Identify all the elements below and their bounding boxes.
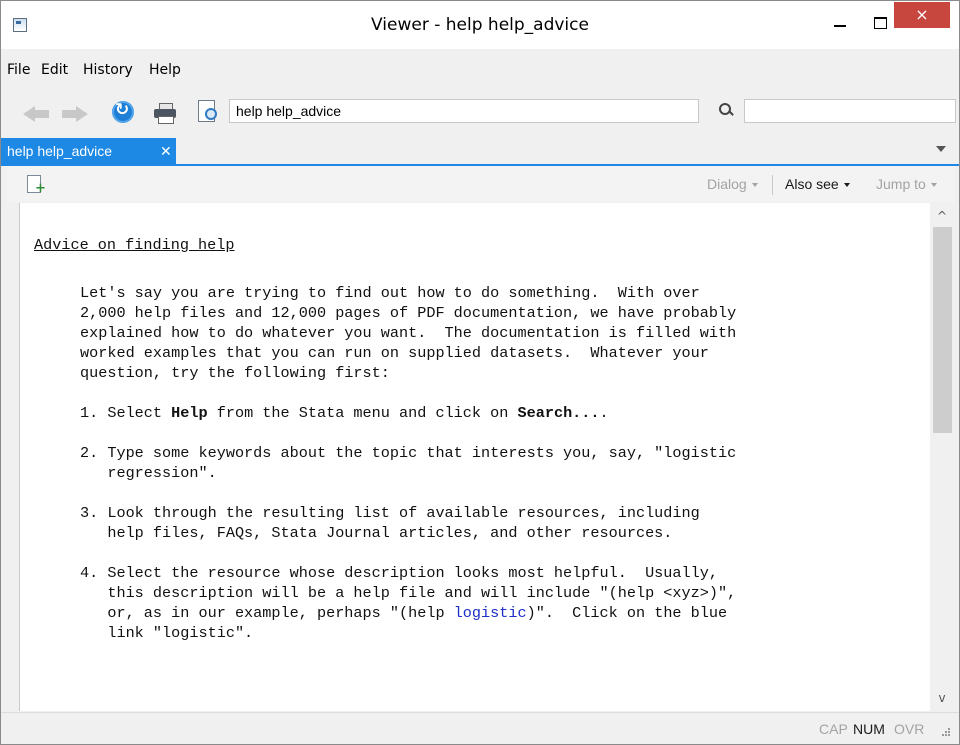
maximize-button[interactable] [867, 11, 893, 37]
menu-history[interactable]: History [83, 58, 133, 82]
tab-strip: help help_advice ✕ [1, 138, 959, 166]
intro-line: question, try the following first: [80, 364, 390, 382]
viewer-toolbar: Dialog Also see Jump to [7, 166, 955, 202]
cap-indicator: CAP [819, 721, 848, 737]
num-indicator: NUM [853, 721, 885, 737]
dialog-button[interactable]: Dialog [707, 166, 758, 202]
menu-edit[interactable]: Edit [41, 58, 68, 82]
printer-icon [154, 103, 176, 124]
logistic-link[interactable]: logistic [454, 604, 527, 622]
document-search-icon [198, 100, 217, 122]
menu-bar: File Edit History Help [1, 58, 959, 82]
forward-button[interactable] [59, 99, 89, 127]
step-2: regression". [80, 464, 217, 482]
scroll-down-icon[interactable]: v [937, 692, 947, 704]
menu-file[interactable]: File [7, 58, 30, 82]
refresh-button[interactable] [109, 99, 139, 127]
intro-line: Let's say you are trying to find out how… [80, 284, 700, 302]
toolbar [1, 95, 959, 131]
scroll-thumb[interactable] [933, 227, 952, 433]
step-4: this description will be a help file and… [80, 584, 737, 602]
intro-line: worked examples that you can run on supp… [80, 344, 709, 362]
step-1: 1. Select Help from the Stata menu and c… [80, 404, 609, 422]
menu-help[interactable]: Help [149, 58, 181, 82]
print-button[interactable] [151, 99, 181, 127]
new-viewer-icon[interactable] [27, 175, 46, 196]
step-4: or, as in our example, perhaps "(help lo… [80, 604, 728, 622]
step-4: link "logistic". [80, 624, 254, 642]
step-3: 3. Look through the resulting list of av… [80, 504, 700, 522]
intro-line: explained how to do whatever you want. T… [80, 324, 737, 342]
title-bar[interactable]: Viewer - help help_advice × [1, 1, 959, 49]
vertical-scrollbar[interactable]: ^ v [930, 203, 955, 711]
chevron-down-icon [930, 183, 937, 188]
find-icon[interactable] [719, 103, 735, 119]
step-4: 4. Select the resource whose description… [80, 564, 718, 582]
search-help-button[interactable] [193, 99, 223, 127]
chevron-down-icon [751, 183, 758, 188]
command-input[interactable] [229, 99, 699, 123]
help-content[interactable]: Advice on finding help Let's say you are… [19, 203, 930, 711]
resize-grip-icon[interactable] [941, 727, 951, 737]
tab-list-dropdown-icon[interactable] [936, 146, 946, 152]
find-input[interactable] [744, 99, 956, 123]
status-bar: CAP NUM OVR [1, 712, 959, 744]
viewer-window: Viewer - help help_advice × File Edit Hi… [0, 0, 960, 745]
tab-close-icon[interactable]: ✕ [160, 138, 172, 164]
step-2: 2. Type some keywords about the topic th… [80, 444, 737, 462]
chevron-down-icon [843, 183, 850, 188]
window-title: Viewer - help help_advice [371, 15, 589, 35]
scroll-up-icon[interactable]: ^ [937, 210, 947, 222]
tab-help-advice[interactable]: help help_advice ✕ [1, 138, 176, 164]
toolbar-divider [772, 175, 773, 195]
forward-arrow-icon [62, 106, 88, 122]
back-arrow-icon [23, 106, 49, 122]
intro-line: 2,000 help files and 12,000 pages of PDF… [80, 304, 737, 322]
jump-to-button[interactable]: Jump to [876, 166, 937, 202]
minimize-button[interactable] [827, 11, 853, 37]
close-button[interactable]: × [894, 2, 950, 28]
tab-label: help help_advice [7, 143, 113, 159]
refresh-icon [112, 100, 134, 123]
also-see-button[interactable]: Also see [785, 166, 850, 202]
step-3: help files, FAQs, Stata Journal articles… [80, 524, 673, 542]
ovr-indicator: OVR [894, 721, 925, 737]
back-button[interactable] [23, 99, 53, 127]
help-heading: Advice on finding help [34, 236, 235, 254]
